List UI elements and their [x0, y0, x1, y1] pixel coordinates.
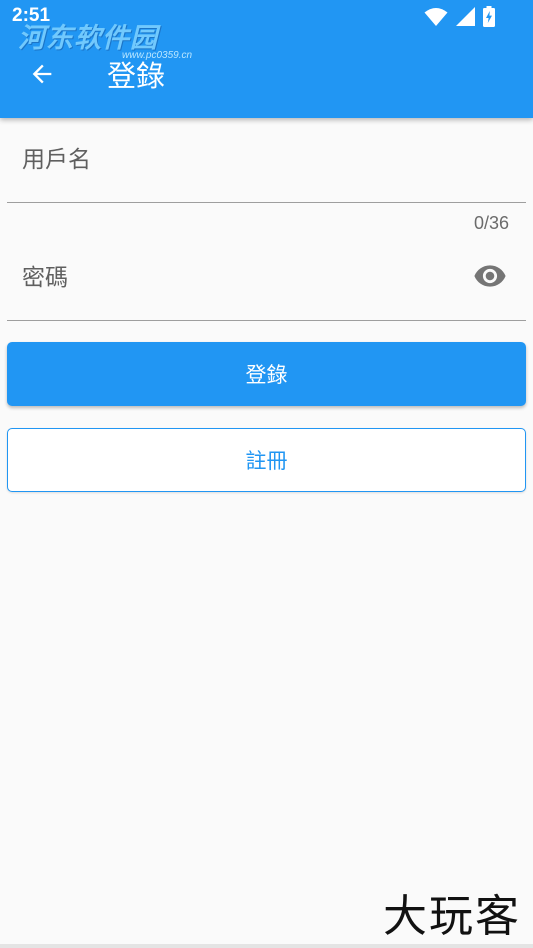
- password-field: [7, 236, 526, 321]
- arrow-left-icon: [28, 60, 56, 92]
- status-icons: [424, 6, 495, 31]
- password-visibility-toggle[interactable]: [472, 260, 508, 296]
- login-button[interactable]: 登錄: [7, 342, 526, 406]
- eye-icon: [473, 259, 507, 297]
- register-button[interactable]: 註冊: [7, 428, 526, 492]
- wifi-icon: [424, 7, 448, 31]
- password-input[interactable]: [22, 236, 462, 320]
- battery-charging-icon: [483, 6, 495, 31]
- app-bar: 2:51 河东软件园 www.pc0359.cn 登錄: [0, 0, 533, 118]
- back-button[interactable]: [22, 56, 62, 96]
- navigation-bar-strip: [0, 944, 533, 948]
- signal-icon: [456, 7, 475, 30]
- watermark-bottom-text: 大玩客: [383, 891, 521, 942]
- page-title: 登錄: [107, 59, 166, 93]
- username-field: [7, 118, 526, 203]
- username-input[interactable]: [22, 118, 462, 202]
- username-char-counter: 0/36: [473, 213, 509, 233]
